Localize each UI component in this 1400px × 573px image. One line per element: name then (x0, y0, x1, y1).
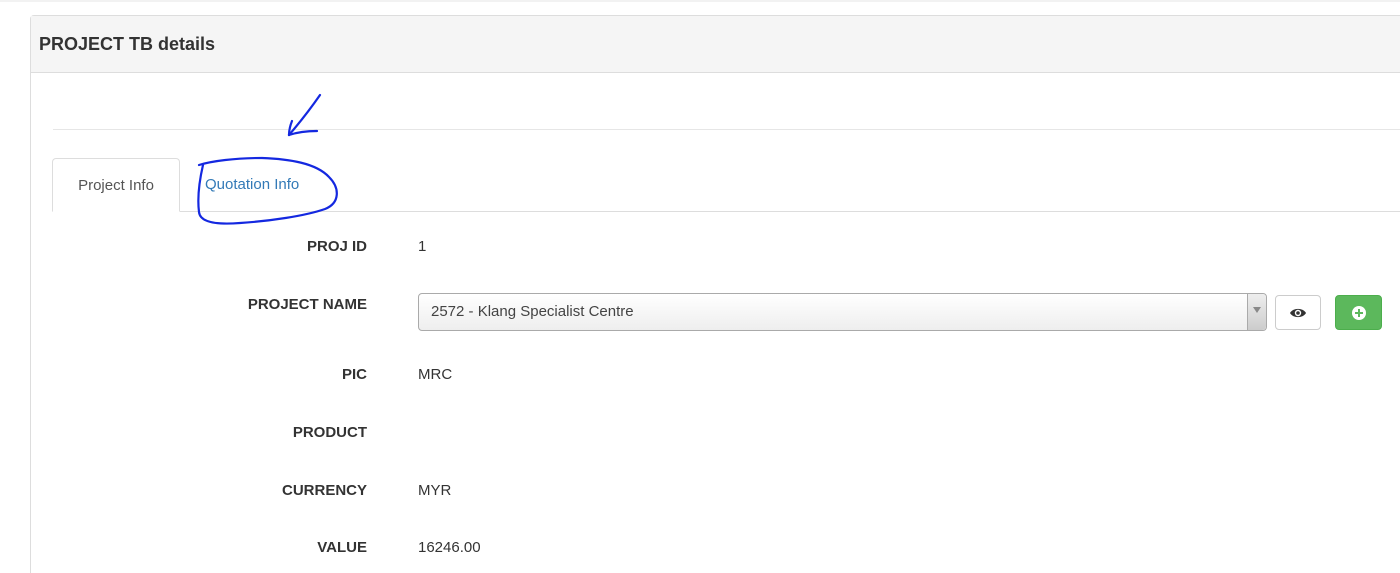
project-name-selected: 2572 - Klang Specialist Centre (431, 303, 634, 320)
project-name-label: PROJECT NAME (247, 296, 367, 313)
value-label: VALUE (317, 539, 367, 556)
pic-value: MRC (418, 366, 453, 383)
pic-label: PIC (341, 366, 367, 383)
currency-label: CURRENCY (281, 482, 367, 499)
page-title: PROJECT TB details (39, 34, 216, 54)
add-project-button[interactable] (1335, 295, 1382, 330)
tab-quotation-info[interactable]: Quotation Info (191, 158, 341, 212)
tabs-underline (52, 211, 1400, 212)
section-divider (53, 129, 1400, 130)
value-value: 16246.00 (418, 539, 481, 556)
plus-circle-icon (1351, 305, 1366, 320)
select-arrow-button[interactable] (1247, 294, 1266, 330)
panel-heading: PROJECT TB details (31, 16, 1400, 73)
proj-id-value: 1 (418, 238, 427, 255)
project-name-select[interactable]: 2572 - Klang Specialist Centre (418, 293, 1267, 331)
chevron-down-icon (1253, 307, 1261, 313)
view-project-button[interactable] (1275, 295, 1321, 330)
eye-icon (1290, 308, 1306, 317)
currency-value: MYR (418, 482, 452, 499)
product-label: PRODUCT (292, 424, 367, 441)
proj-id-label: PROJ ID (306, 238, 367, 255)
tab-project-info[interactable]: Project Info (52, 158, 180, 212)
top-rule (0, 0, 1400, 2)
